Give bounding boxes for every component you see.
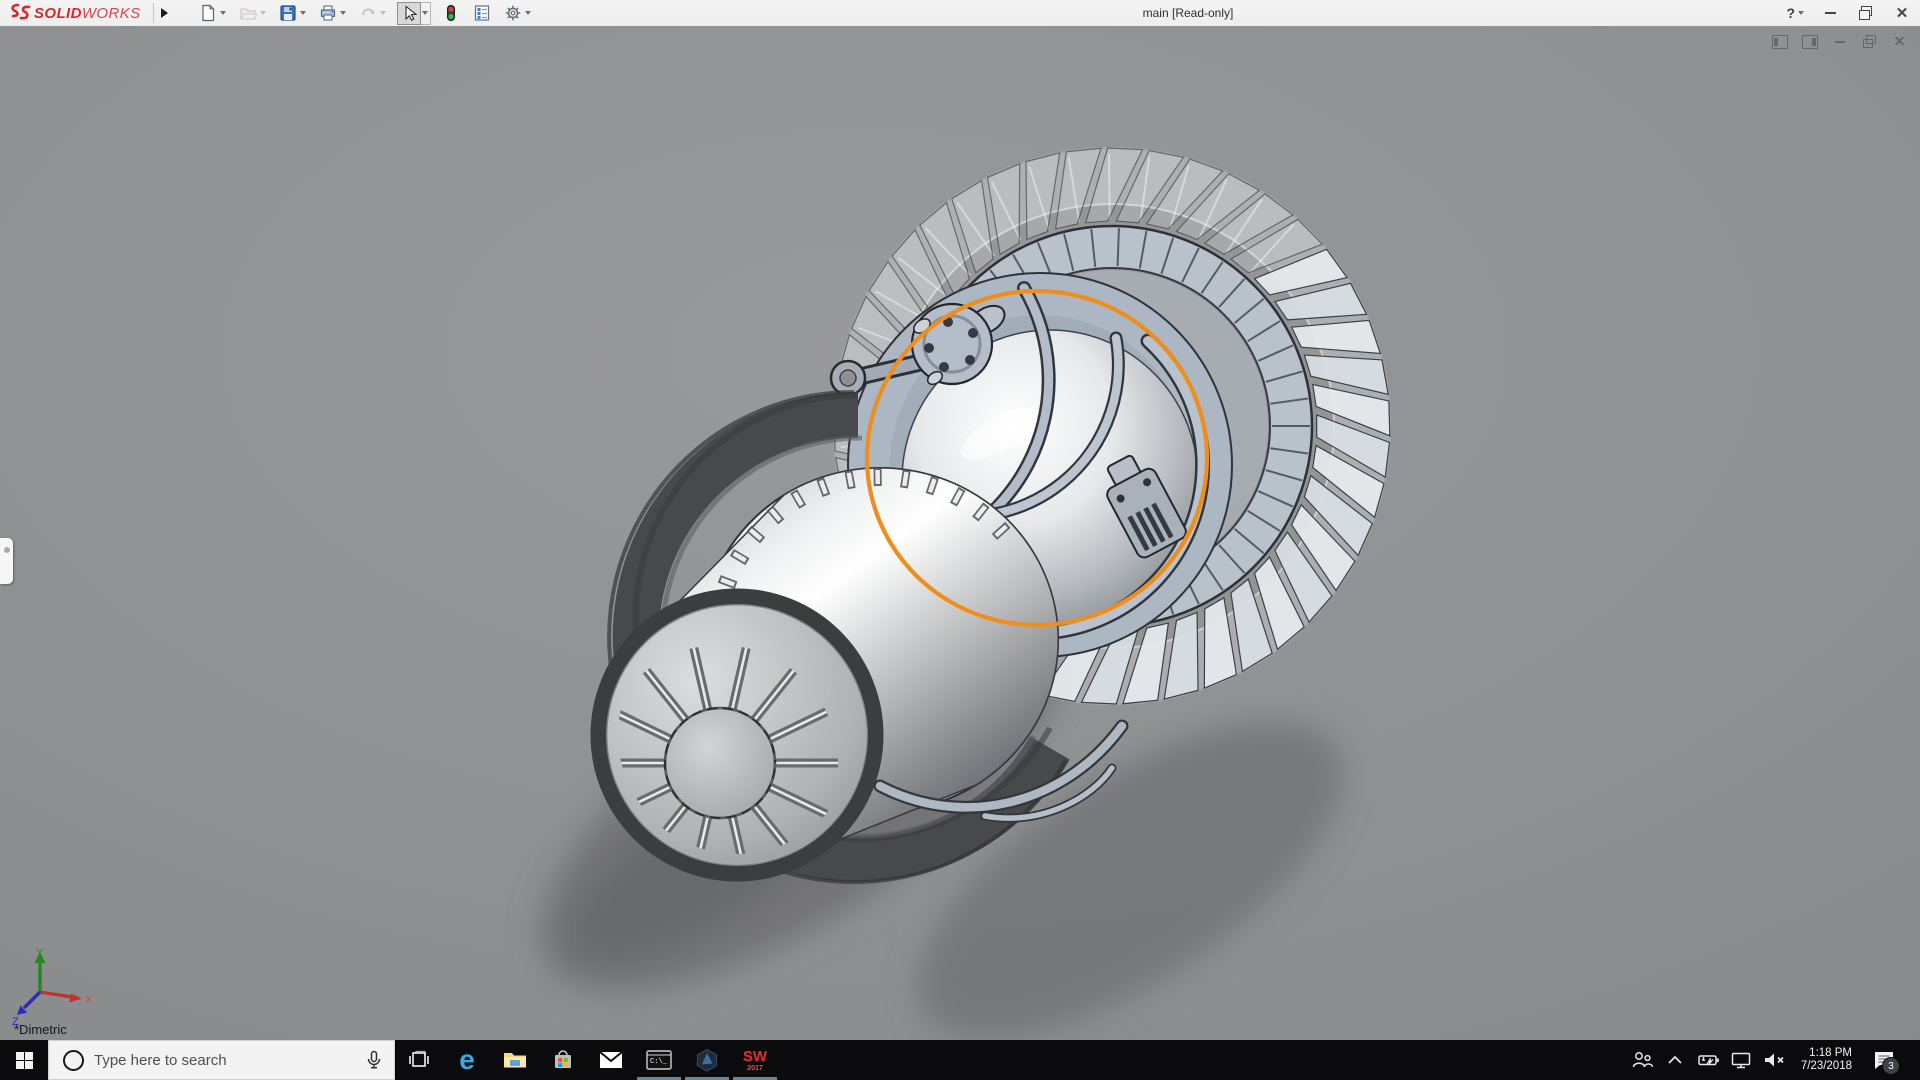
tray-time: 1:18 PM — [1801, 1047, 1852, 1060]
dropdown-caret[interactable] — [379, 3, 388, 24]
new-document-icon — [197, 3, 219, 24]
solidworks-2017-button[interactable]: SW 2017 — [731, 1040, 779, 1080]
open-icon — [237, 3, 259, 24]
command-prompt-icon: C:\_ — [646, 1050, 672, 1070]
dropdown-caret[interactable] — [339, 3, 348, 24]
dropdown-caret[interactable] — [421, 2, 431, 25]
open-button[interactable] — [236, 2, 269, 25]
action-center-button[interactable]: 3 — [1867, 1040, 1901, 1080]
volume-muted-icon — [1762, 1051, 1786, 1069]
mail-icon — [599, 1051, 623, 1069]
triad-y-label: Y — [36, 947, 44, 959]
mail-button[interactable] — [587, 1040, 635, 1080]
solidworks-2017-icon: SW 2017 — [743, 1049, 767, 1072]
battery-button[interactable] — [1696, 1040, 1720, 1080]
dropdown-caret[interactable] — [299, 3, 308, 24]
dropdown-caret[interactable] — [219, 3, 228, 24]
store-icon — [552, 1049, 574, 1071]
microphone-icon[interactable] — [366, 1050, 382, 1070]
print-button[interactable] — [316, 2, 349, 25]
help-label: ? — [1786, 5, 1795, 21]
edge-button[interactable]: e — [443, 1040, 491, 1080]
tray-overflow-button[interactable] — [1663, 1040, 1687, 1080]
network-button[interactable] — [1729, 1040, 1753, 1080]
titlebar-controls: ? ✕ — [1786, 0, 1912, 26]
close-button[interactable]: ✕ — [1892, 3, 1912, 23]
file-explorer-button[interactable] — [491, 1040, 539, 1080]
cmd-glyph: C:\_ — [650, 1058, 668, 1066]
separator — [153, 3, 154, 23]
start-button[interactable] — [0, 1040, 48, 1080]
tray-date: 7/23/2018 — [1801, 1060, 1852, 1073]
chevron-up-icon — [1667, 1055, 1683, 1065]
search-placeholder: Type here to search — [94, 1052, 366, 1069]
select-cursor-icon — [397, 2, 421, 25]
doc-minimize-button[interactable] — [1831, 34, 1848, 49]
save-icon — [277, 3, 299, 24]
select-button[interactable] — [396, 1, 432, 26]
save-button[interactable] — [276, 2, 309, 25]
task-view-icon — [408, 1049, 430, 1071]
document-window-controls: ✕ — [1771, 34, 1908, 49]
doc-restore-button[interactable] — [1861, 34, 1878, 49]
cortana-circle-icon — [63, 1050, 84, 1071]
undo-icon — [357, 3, 379, 24]
titlebar: SOLIDWORKS — [0, 0, 1920, 27]
dropdown-caret[interactable] — [524, 3, 533, 24]
task-view-button[interactable] — [395, 1040, 443, 1080]
triad-x-label: X — [85, 994, 93, 1006]
gear-icon — [502, 3, 524, 24]
logo-text-bold: SOLID — [34, 5, 82, 22]
window-title: main [Read-only] — [1143, 0, 1234, 26]
hexagon-app-button[interactable] — [683, 1040, 731, 1080]
solidworks-logo-mark — [8, 3, 34, 23]
hexagon-app-icon — [695, 1048, 719, 1072]
show-pane-left-button[interactable] — [1771, 34, 1788, 49]
battery-charging-icon — [1696, 1052, 1720, 1068]
restore-button[interactable] — [1856, 3, 1876, 23]
doc-close-button[interactable]: ✕ — [1891, 34, 1908, 49]
options-button[interactable] — [501, 2, 534, 25]
menu-flyout-arrow[interactable] — [156, 2, 174, 24]
dropdown-caret[interactable] — [259, 3, 268, 24]
traffic-light-icon — [440, 3, 462, 24]
rebuild-button[interactable] — [439, 2, 463, 25]
file-properties-button[interactable] — [470, 2, 494, 25]
store-button[interactable] — [539, 1040, 587, 1080]
volume-button[interactable] — [1762, 1040, 1786, 1080]
clock[interactable]: 1:18 PM 7/23/2018 — [1795, 1047, 1858, 1073]
file-properties-icon — [471, 3, 493, 24]
new-document-button[interactable] — [196, 2, 229, 25]
undo-button[interactable] — [356, 2, 389, 25]
view-orientation-label: *Dimetric — [14, 1022, 67, 1037]
people-button[interactable] — [1630, 1040, 1654, 1080]
desktop: SOLIDWORKS — [0, 0, 1920, 1080]
command-prompt-button[interactable]: C:\_ — [635, 1040, 683, 1080]
orientation-triad: Y X Z — [6, 946, 98, 1026]
people-icon — [1631, 1051, 1653, 1069]
windows-logo-icon — [16, 1052, 33, 1069]
edge-icon: e — [459, 1046, 475, 1074]
task-pane-tab[interactable] — [0, 538, 13, 584]
graphics-area[interactable]: ✕ Y X Z *Dimetric — [0, 26, 1920, 1040]
search-input[interactable]: Type here to search — [48, 1040, 395, 1080]
file-explorer-icon — [503, 1050, 527, 1070]
show-pane-right-button[interactable] — [1801, 34, 1818, 49]
taskbar: Type here to search e — [0, 1040, 1920, 1080]
nozzle-front — [599, 597, 875, 878]
quick-toolbar — [196, 1, 541, 26]
logo-text-light: WORKS — [82, 5, 141, 22]
solidworks-logo: SOLIDWORKS — [0, 0, 151, 26]
engine-model[interactable] — [0, 26, 1920, 1040]
minimize-button[interactable] — [1820, 3, 1840, 23]
print-icon — [317, 3, 339, 24]
help-button[interactable]: ? — [1786, 5, 1804, 21]
sw-label: SW — [743, 1049, 767, 1064]
network-display-icon — [1730, 1051, 1752, 1069]
system-tray: 1:18 PM 7/23/2018 3 — [1630, 1040, 1920, 1080]
notification-badge: 3 — [1882, 1057, 1900, 1075]
sw-year-label: 2017 — [747, 1065, 763, 1072]
